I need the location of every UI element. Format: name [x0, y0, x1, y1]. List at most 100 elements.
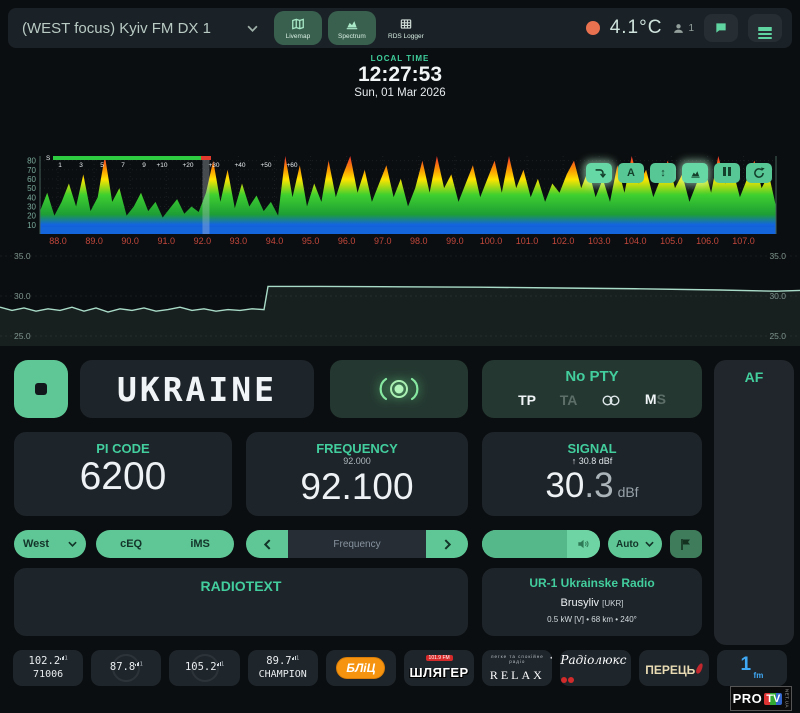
signal-panel: SIGNAL ↑ 30.8 dBf 30.3 dBf [482, 432, 702, 516]
s-meter-tick: 9 [142, 162, 146, 169]
country-name: UKRAINE [116, 369, 278, 409]
pty-value: No PTY [565, 368, 619, 385]
radiotext-panel: RADIOTEXT [14, 568, 468, 636]
stereo-watermark-icon [112, 654, 141, 682]
rds-logger-button[interactable]: RDS Logger [382, 11, 430, 45]
spectrum-toolbar: A ↕ [586, 163, 772, 183]
af-panel: AF [714, 360, 794, 645]
letter-a-label: A [627, 167, 635, 179]
spectrum-y-tick: 70 [27, 166, 36, 175]
preset-row: 102.2 1 71006 87.8 1 105.2 1 89.7 1 CHAMPION… [13, 650, 788, 686]
spectrum-button[interactable]: Spectrum [327, 11, 376, 45]
station-selector[interactable]: (WEST focus) Kyiv FM DX 1 [8, 20, 268, 37]
volume-fill [482, 530, 567, 558]
mode-value: Auto [616, 538, 639, 550]
autoscale-button[interactable] [586, 163, 612, 183]
radiotext-label: RADIOTEXT [200, 578, 282, 594]
spectrum-x-tick: 99.0 [446, 236, 464, 246]
spectrum-y-tick: 40 [27, 193, 36, 202]
letter-a-button[interactable]: A [618, 163, 644, 183]
user-icon [672, 22, 685, 35]
graph-mode-button[interactable] [682, 163, 708, 183]
one-fm-logo: 1 fm [740, 653, 764, 680]
s-meter-tick: +10 [156, 162, 168, 169]
preset-name: 71006 [33, 668, 64, 680]
ms-flag: MS [644, 391, 666, 407]
frequency-label: FREQUENCY [316, 441, 398, 456]
temperature-readout: 4.1°C [609, 17, 663, 38]
spectrum-x-tick: 104.0 [624, 236, 647, 246]
menu-button[interactable] [748, 14, 782, 42]
signal-y-tick-left: 30.0 [14, 291, 31, 301]
status-dot [585, 21, 600, 35]
preset-1fm[interactable]: 1 fm [716, 650, 788, 686]
table-icon [399, 17, 413, 31]
antenna-select[interactable]: West [14, 530, 86, 558]
station-details: 0.5 kW [V] • 68 km • 240° [547, 615, 637, 624]
preset-89-7-champion[interactable]: 89.7 1 CHAMPION [247, 650, 318, 686]
spectrum-x-tick: 96.0 [338, 236, 356, 246]
signal-bars-icon: 1 [291, 655, 299, 662]
chevron-right-icon [444, 538, 451, 550]
chart-icon [345, 17, 359, 31]
chevron-down-icon [247, 25, 258, 32]
livemap-button[interactable]: Livemap [273, 11, 322, 45]
rf-spectrum-chart[interactable]: 80 70 60 50 40 30 20 10 88.0 89.0 90.0 91.0 92.0 93.0… [0, 150, 800, 246]
ceq-button[interactable]: cEQ [120, 538, 142, 550]
preset-perets[interactable]: ПЕРЕЦЬ [638, 650, 709, 686]
frequency-input[interactable]: Frequency [288, 530, 426, 558]
power-button[interactable] [14, 360, 68, 418]
preset-102-2[interactable]: 102.2 1 71006 [13, 650, 84, 686]
tp-flag: TP [518, 392, 536, 408]
spectrum-x-tick: 105.0 [660, 236, 683, 246]
preset-shlyager[interactable]: 101.9 FM ШЛЯГЕР [404, 650, 475, 686]
spectrum-y-tick: 30 [27, 202, 36, 211]
pepper-icon [695, 661, 705, 675]
s-meter-tick: 5 [100, 162, 104, 169]
pause-button[interactable] [714, 163, 740, 183]
refresh-button[interactable] [746, 163, 772, 183]
ta-flag: TA [559, 392, 578, 408]
listener-count: 1 [672, 22, 694, 35]
fm-dx-app: (WEST focus) Kyiv FM DX 1 Livemap Spectr… [0, 0, 800, 713]
livemap-label: Livemap [285, 32, 311, 40]
preset-87-8[interactable]: 87.8 1 [91, 650, 162, 686]
speaker-icon [576, 537, 590, 551]
flag-button[interactable] [670, 530, 702, 558]
mode-select[interactable]: Auto [608, 530, 662, 558]
preset-frequency: 89.7 1 [266, 655, 300, 668]
spectrum-x-tick: 95.0 [302, 236, 320, 246]
s-meter-tick: 3 [79, 162, 83, 169]
stereo-circles-icon [602, 394, 620, 406]
spectrum-x-tick: 89.0 [85, 236, 103, 246]
spectrum-y-tick: 80 [27, 157, 36, 166]
signal-y-tick-right: 30.0 [769, 291, 786, 301]
s-meter-tick: +30 [208, 162, 220, 169]
stereo-indicator[interactable] [330, 360, 468, 418]
refresh-icon [753, 167, 765, 179]
return-arrow-icon [593, 167, 606, 179]
s-meter: S 1 3 5 7 9 +10 +20 +30 +40 +50 +60 [46, 154, 346, 172]
frequency-down-button[interactable] [246, 530, 288, 558]
vertical-range-button[interactable]: ↕ [650, 163, 676, 183]
stereo-broadcast-icon [379, 377, 419, 401]
shlyager-logo: 101.9 FM ШЛЯГЕР [409, 655, 469, 680]
radio-lux-logo: Радіолюкс [560, 650, 630, 686]
spectrum-x-tick: 92.0 [194, 236, 212, 246]
chat-button[interactable] [704, 14, 738, 42]
volume-slider[interactable] [482, 530, 600, 558]
frequency-up-button[interactable] [426, 530, 468, 558]
spectrum-y-tick: 20 [27, 212, 36, 221]
preset-relax[interactable]: легке та спокійне радіо RELAX [482, 650, 553, 686]
s-meter-peak-tip [201, 156, 211, 160]
pi-code-value: 6200 [79, 455, 167, 498]
station-country-code: [UKR] [602, 599, 624, 608]
preset-105-2[interactable]: 105.2 1 [169, 650, 240, 686]
preset-blits[interactable]: БЛіЦ [325, 650, 397, 686]
signal-fraction: .3 [584, 465, 614, 505]
spectrum-x-tick: 106.0 [696, 236, 719, 246]
ims-button[interactable]: iMS [190, 538, 210, 550]
protv-logo: PRO TV NET.UA [730, 686, 792, 711]
preset-radio-lux[interactable]: Радіолюкс [560, 650, 631, 686]
bird-icon [550, 655, 553, 659]
